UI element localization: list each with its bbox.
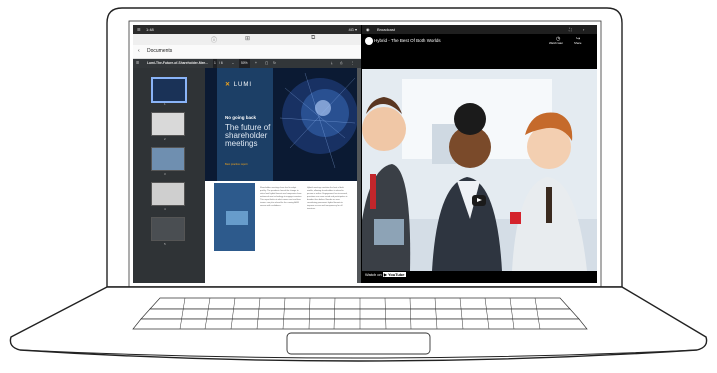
- more-icon[interactable]: ⋮: [351, 59, 354, 68]
- tablet-photo: [214, 183, 255, 251]
- pdf-toolbar: ☰ Lumi-The-Future-of-Shareholder-Mee... …: [133, 59, 361, 68]
- cover-title: The future of shareholder meetings: [225, 123, 271, 148]
- zoom-level[interactable]: 50%: [239, 59, 250, 68]
- broadcast-bar: ◉ Broadcast ⛶ ›: [362, 25, 597, 34]
- info-icon[interactable]: ⓘ: [211, 35, 217, 44]
- youtube-label: YouTube: [388, 272, 405, 277]
- download-icon[interactable]: ⤓: [331, 59, 332, 68]
- broadcast-label: Broadcast: [377, 27, 396, 32]
- pdf-filename: Lumi-The-Future-of-Shareholder-Mee...: [147, 61, 208, 65]
- watch-on-label: Watch on: [365, 272, 382, 277]
- thumbnail-page-2[interactable]: [151, 112, 185, 136]
- broadcast-icon: ◉: [366, 27, 370, 32]
- thumbnail-number: 1: [164, 102, 166, 106]
- page-indicator[interactable]: 1: [213, 59, 217, 68]
- status-time: 1:48: [146, 27, 154, 32]
- status-right: 4G ▾: [348, 27, 357, 32]
- thumbnail-page-3[interactable]: [151, 147, 185, 171]
- cover-kicker: No going back: [225, 115, 257, 120]
- cover-subtitle: Best practice report: [225, 163, 248, 166]
- thumbnail-number: 3: [164, 172, 166, 176]
- next-icon[interactable]: ›: [583, 25, 584, 34]
- watch-later-label[interactable]: Watch later: [549, 41, 563, 45]
- body-paragraph-left: Shareholder meetings have had to adapt q…: [260, 187, 302, 207]
- pdf-page: ✕ LUMI No going back The future of share…: [205, 68, 357, 283]
- print-icon[interactable]: ⎙: [340, 59, 343, 68]
- play-button[interactable]: [472, 195, 486, 206]
- video-title[interactable]: Hybrid - The Best Of Both Worlds: [374, 38, 441, 43]
- cover-image: ✕ LUMI No going back The future of share…: [205, 68, 357, 181]
- document-area[interactable]: ✕ LUMI No going back The future of share…: [205, 68, 361, 283]
- body-paragraph-right: Hybrid meetings combine the best of both…: [307, 187, 348, 210]
- thumbnail-page-1[interactable]: [151, 77, 187, 103]
- thumbnail-number: 4: [164, 207, 166, 211]
- channel-avatar[interactable]: [365, 37, 373, 45]
- thumbnail-page-5[interactable]: [151, 217, 185, 241]
- fit-page-icon[interactable]: ▢: [265, 59, 268, 68]
- thumbnail-number: 5: [164, 242, 166, 246]
- keyboard: [132, 297, 588, 330]
- video-app: ◉ Broadcast ⛶ › Hybrid - The Best Of Bot…: [362, 25, 597, 283]
- thumbnail-number: 2: [164, 137, 166, 141]
- page-body: Shareholder meetings have had to adapt q…: [205, 181, 357, 283]
- photo-highlight: [226, 211, 248, 225]
- documents-header: ‹ Documents: [133, 45, 361, 59]
- status-bar: ☰ 1:48 4G ▾: [133, 25, 361, 34]
- page-total: / 6: [219, 61, 223, 65]
- watch-on-youtube[interactable]: Watch on ▶ YouTube: [365, 272, 406, 277]
- pdf-menu-icon[interactable]: ☰: [136, 59, 139, 68]
- copy-icon[interactable]: ⧉: [311, 35, 315, 42]
- rotate-icon[interactable]: ↻: [273, 59, 276, 68]
- thumbnail-page-4[interactable]: [151, 182, 185, 206]
- fullscreen-icon[interactable]: ⛶: [569, 25, 572, 34]
- youtube-logo-icon: ▶ YouTube: [382, 272, 406, 277]
- grid-icon[interactable]: ⊞: [245, 35, 250, 42]
- zoom-out-icon[interactable]: –: [232, 59, 234, 68]
- video-frame[interactable]: [362, 69, 597, 271]
- back-label[interactable]: Documents: [147, 45, 172, 58]
- thumbnail-sidebar: 1 2 3 4 5: [133, 68, 205, 283]
- pdf-viewer-app: ☰ 1:48 4G ▾ ⓘ ⊞ ⧉ ‹ Documents ☰ Lumi-The…: [133, 25, 361, 283]
- trackpad: [286, 332, 431, 355]
- office-illustration: [362, 69, 597, 271]
- back-arrow-icon[interactable]: ‹: [138, 45, 140, 58]
- menu-icon[interactable]: ☰: [137, 25, 141, 34]
- share-label[interactable]: Share: [574, 41, 581, 45]
- brand-name: LUMI: [233, 82, 253, 88]
- laptop-screen: ☰ 1:48 4G ▾ ⓘ ⊞ ⧉ ‹ Documents ☰ Lumi-The…: [133, 25, 597, 283]
- zoom-in-icon[interactable]: +: [255, 59, 257, 68]
- lumi-logo: ✕ LUMI: [225, 82, 253, 88]
